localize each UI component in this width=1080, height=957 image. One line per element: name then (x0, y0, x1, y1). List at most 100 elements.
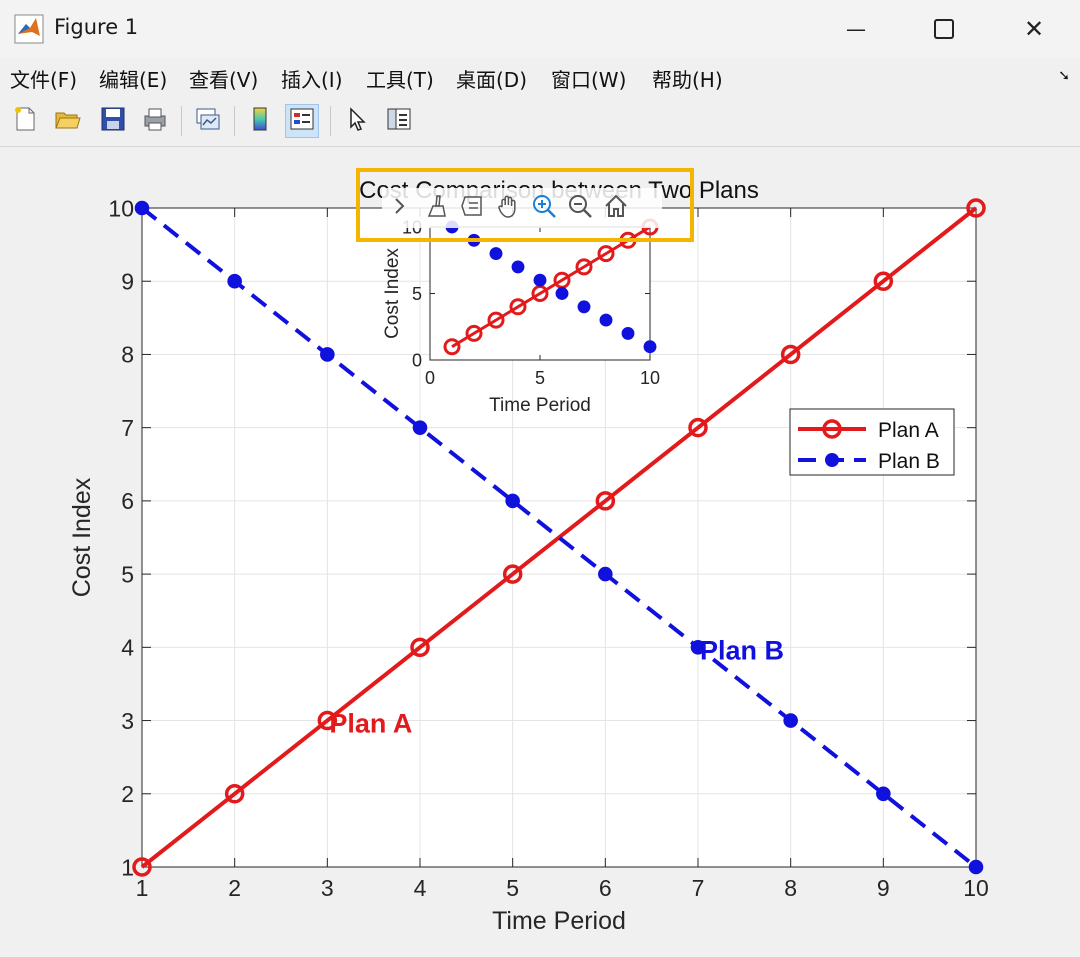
y-tick-label: 7 (121, 415, 134, 441)
zoom-in-icon (531, 193, 557, 223)
y-tick-label: 2 (121, 781, 134, 807)
window-title: Figure 1 (54, 15, 139, 39)
x-tick-label: 10 (640, 368, 660, 388)
menu-insert[interactable]: 插入(I) (281, 64, 343, 93)
data-point-1 (134, 200, 150, 216)
dock-arrow-icon[interactable]: ➘ (1058, 68, 1070, 84)
x-tick-label: 2 (228, 875, 241, 901)
toolbar-separator (330, 106, 331, 136)
colorbar-button[interactable] (243, 104, 277, 138)
brush-icon (424, 194, 448, 222)
zoom-in-button[interactable] (526, 190, 562, 226)
data-point-1 (489, 247, 503, 261)
data-point-1 (598, 566, 613, 582)
pan-button[interactable] (490, 190, 526, 226)
minimize-icon: — (846, 17, 866, 41)
y-tick-label: 4 (121, 635, 134, 661)
data-tips-icon (460, 194, 484, 222)
home-icon (603, 193, 629, 223)
y-tick-label: 1 (121, 854, 134, 880)
y-tick-label: 10 (108, 195, 134, 221)
menu-tools[interactable]: 工具(T) (366, 64, 434, 93)
edit-plot-icon (343, 105, 371, 137)
legend-button[interactable] (285, 104, 319, 138)
close-button[interactable]: ✕ (990, 0, 1078, 58)
open-file-button[interactable] (50, 104, 84, 138)
x-tick-label: 3 (321, 875, 334, 901)
data-point-1 (511, 260, 525, 274)
y-tick-label: 6 (121, 488, 134, 514)
figure-window: Figure 1 — ✕ 文件(F) 编辑(E) 查看(V) 插入(I) 工具(… (0, 0, 1080, 957)
y-tick-label: 5 (121, 561, 134, 587)
new-figure-button[interactable] (8, 104, 42, 138)
annotation-label: Plan A (329, 709, 412, 739)
property-inspector-icon (385, 105, 413, 137)
data-point-1 (320, 347, 335, 362)
save-icon (99, 105, 127, 137)
data-point-1 (227, 273, 242, 289)
print-icon (141, 105, 169, 137)
data-point-1 (577, 300, 591, 314)
x-tick-label: 5 (535, 368, 545, 388)
data-tips-button[interactable] (454, 190, 490, 226)
legend-entry-1: Plan B (878, 450, 940, 473)
close-icon: ✕ (1023, 15, 1045, 43)
menu-bar: 文件(F) 编辑(E) 查看(V) 插入(I) 工具(T) 桌面(D) 窗口(W… (0, 58, 1080, 97)
data-point-1 (533, 273, 547, 287)
x-tick-label: 5 (506, 875, 519, 901)
y-tick-label: 3 (121, 708, 134, 734)
save-button[interactable] (96, 104, 130, 138)
data-point-1 (968, 859, 984, 875)
y-axis-label: Cost Index (68, 477, 96, 597)
link-plot-button[interactable] (190, 104, 224, 138)
data-point-1 (412, 420, 428, 435)
data-point-1 (876, 786, 891, 802)
x-axis-label: Time Period (492, 907, 626, 935)
minimize-button[interactable]: — (812, 0, 900, 58)
zoom-out-button[interactable] (562, 190, 598, 226)
home-button[interactable] (598, 190, 634, 226)
menu-desktop[interactable]: 桌面(D) (456, 64, 527, 93)
x-tick-label: 7 (692, 875, 705, 901)
legend-icon (288, 105, 316, 137)
x-tick-label: 4 (414, 875, 427, 901)
x-tick-label: 10 (963, 875, 989, 901)
menu-file[interactable]: 文件(F) (10, 64, 77, 93)
x-tick-label: 6 (599, 875, 612, 901)
expand-icon (388, 194, 412, 222)
brush-button[interactable] (418, 190, 454, 226)
zoom-out-icon (567, 193, 593, 223)
y-axis-label: Cost Index (382, 248, 403, 339)
figure-canvas[interactable]: 1 2 3 4 5 6 7 8 9 10 1 2 3 4 5 6 7 8 9 10 Time Period Cost In… (0, 147, 1080, 957)
edit-plot-button[interactable] (340, 104, 374, 138)
title-bar[interactable]: Figure 1 — ✕ (0, 0, 1080, 58)
print-button[interactable] (138, 104, 172, 138)
maximize-icon (933, 18, 955, 40)
x-tick-label: 9 (877, 875, 890, 901)
y-tick-label: 8 (121, 342, 134, 368)
x-axis-label: Time Period (489, 395, 591, 416)
open-file-icon (53, 105, 81, 137)
pan-icon (495, 193, 521, 223)
menu-view[interactable]: 查看(V) (189, 64, 258, 93)
plot-canvas[interactable]: 1 2 3 4 5 6 7 8 9 10 1 2 3 4 5 6 7 8 9 10 Time Period Cost In… (0, 147, 1080, 957)
link-plot-icon (193, 105, 221, 137)
axes-toolbar-highlight (356, 168, 694, 242)
annotation-label: Plan B (700, 635, 784, 665)
colorbar-icon (246, 105, 274, 137)
toolbar-separator (181, 106, 182, 136)
figure-toolbar (0, 96, 1080, 147)
menu-help[interactable]: 帮助(H) (652, 64, 723, 93)
expand-button[interactable] (382, 190, 418, 226)
y-tick-label: 0 (412, 350, 422, 370)
y-tick-label: 5 (412, 284, 422, 304)
legend: Plan A Plan B (789, 408, 955, 476)
maximize-button[interactable] (900, 0, 988, 58)
property-inspector-button[interactable] (382, 104, 416, 138)
legend-entry-0: Plan A (878, 419, 939, 442)
menu-window[interactable]: 窗口(W) (551, 64, 626, 93)
axes-toolbar (382, 188, 662, 228)
matlab-icon (14, 14, 44, 44)
x-tick-label: 8 (784, 875, 797, 901)
menu-edit[interactable]: 编辑(E) (99, 64, 167, 93)
